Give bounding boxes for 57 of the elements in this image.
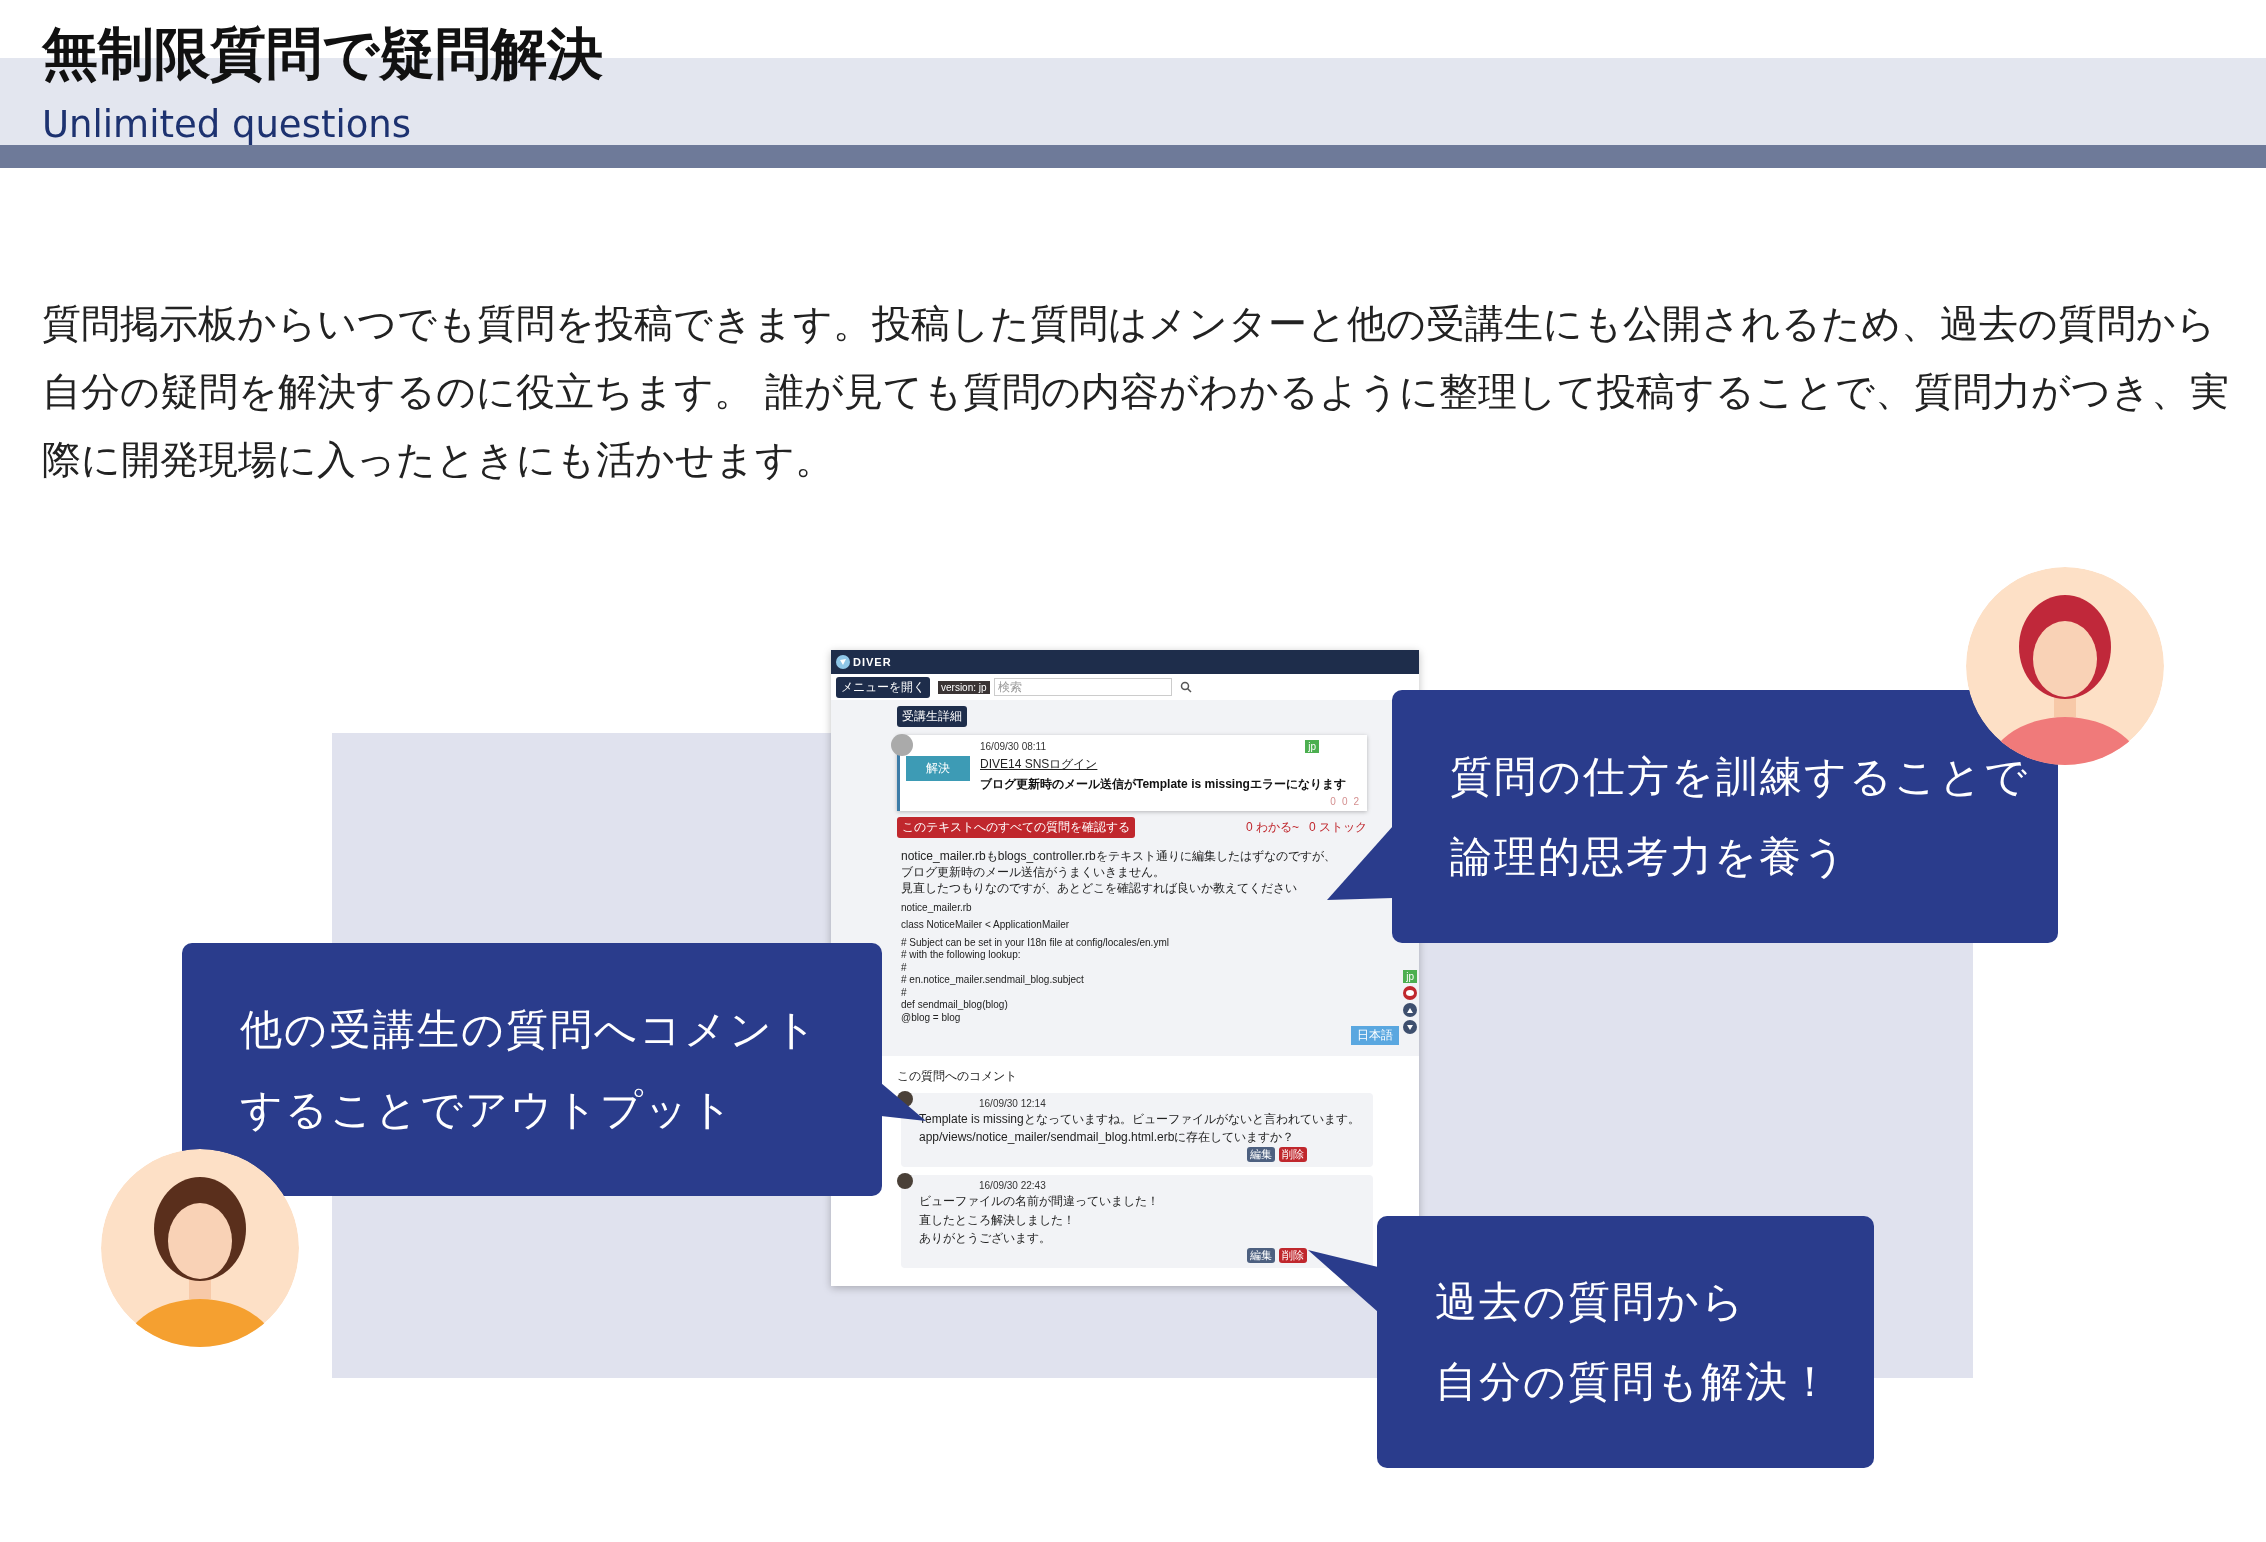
menu-button[interactable]: メニューを開く <box>836 676 930 698</box>
logo-icon <box>836 655 850 669</box>
question-card[interactable]: 16/09/30 08:11 jp 解決 DIVE14 SNSログイン ブログ更新時のメール送信がTemplate is missingエラーになります 0 0 2 <box>897 735 1367 811</box>
code-line: # <box>901 986 907 1000</box>
scroll-up-icon[interactable] <box>1403 1003 1417 1017</box>
question-body-line: ブログ更新時のメール送信がうまくいきません。 <box>901 864 1165 881</box>
edit-button[interactable]: 編集 <box>1247 1247 1275 1263</box>
bubble-text: 質問の仕方を訓練することで <box>1450 750 2030 803</box>
section-subtitle: Unlimited questions <box>42 102 412 148</box>
code-line: # <box>901 961 907 975</box>
student-detail-button[interactable]: 受講生詳細 <box>897 706 967 727</box>
status-label: 解決 <box>906 756 970 781</box>
bubble-text: 過去の質問から <box>1435 1276 1747 1328</box>
comment-text: ビューファイルの名前が間違っていました！ <box>919 1193 1159 1210</box>
search-icon[interactable] <box>1179 681 1192 693</box>
language-badge: jp <box>1305 740 1319 753</box>
delete-button[interactable]: 削除 <box>1279 1247 1307 1263</box>
text-link[interactable]: DIVE14 SNSログイン <box>980 756 1098 773</box>
comment-text: app/views/notice_mailer/sendmail_blog.html.erbに存在していますか？ <box>919 1129 1295 1146</box>
code-line: @blog = blog <box>901 1011 961 1025</box>
app-logo: DIVER <box>853 656 892 668</box>
question-body-line: 見直したつもりなのですが、あとどこを確認すれば良いか教えてください <box>901 880 1297 897</box>
all-questions-button[interactable]: このテキストへのすべての質問を確認する <box>897 817 1135 838</box>
code-line: def sendmail_blog(blog) <box>901 999 1008 1012</box>
language-badge: jp <box>1403 970 1417 983</box>
delete-button[interactable]: 削除 <box>1279 1147 1307 1163</box>
question-title: ブログ更新時のメール送信がTemplate is missingエラーになります <box>980 776 1346 793</box>
scroll-down-icon[interactable] <box>1403 1020 1417 1034</box>
code-line: class NoticeMailer < ApplicationMailer <box>901 919 1070 932</box>
avatar-placeholder <box>891 734 913 756</box>
code-line: # en.notice_mailer.sendmail_blog.subject <box>901 974 1084 987</box>
avatar-placeholder <box>897 1173 913 1190</box>
section-title: 無制限質問で疑問解決 <box>42 22 603 86</box>
question-body-line: notice_mailer.rbもblogs_controller.rbをテキスト通りに編集したはずなのですが、 <box>901 848 1336 865</box>
edit-button[interactable]: 編集 <box>1247 1147 1275 1163</box>
comment-date: 16/09/30 22:43 <box>979 1180 1046 1192</box>
bubble-text: 論理的思考力を養う <box>1450 830 1849 883</box>
comment-date: 16/09/30 12:14 <box>979 1098 1046 1109</box>
comment-text: Template is missingとなっていますね。ビューファイルがないと言われています。 <box>919 1111 1360 1128</box>
understood-counter[interactable]: 0 わかる~ <box>1245 819 1299 836</box>
code-line: # with the following lookup: <box>901 949 1021 962</box>
comment-text: ありがとうございます。 <box>919 1229 1051 1246</box>
stock-counter[interactable]: 0 ストック <box>1309 819 1367 836</box>
count-label: 2 <box>1353 796 1359 807</box>
comments-heading: この質問へのコメント <box>897 1068 1017 1085</box>
search-field[interactable]: 検索 <box>993 678 1172 696</box>
code-line: notice_mailer.rb <box>901 901 972 915</box>
count-label: 0 <box>1341 796 1348 807</box>
bubble-text: 自分の質問も解決！ <box>1435 1356 1834 1408</box>
question-date: 16/09/30 08:11 <box>980 741 1046 752</box>
description-paragraph: 質問掲示板からいつでも質問を投稿できます。投稿した質問はメンターと他の受講生にも公開されるため、過去の質問から自分の疑問を解決するのに役立ちます。 誰が見ても質問の内容がわかるように整理して投稿することで、質問力がつき、実際に開発現場に入ったときにも活かせます。 <box>42 300 2231 484</box>
count-label: 0 <box>1330 796 1336 807</box>
comment-text: 直したところ解決しました！ <box>919 1211 1075 1228</box>
version-tag: version: jp <box>938 680 990 694</box>
bubble-text: 他の受講生の質問へコメント <box>240 1003 820 1056</box>
code-line: # Subject can be set in your I18n file at config/locales/en.yml <box>901 936 1169 950</box>
bubble-text: することでアウトプット <box>240 1083 736 1136</box>
